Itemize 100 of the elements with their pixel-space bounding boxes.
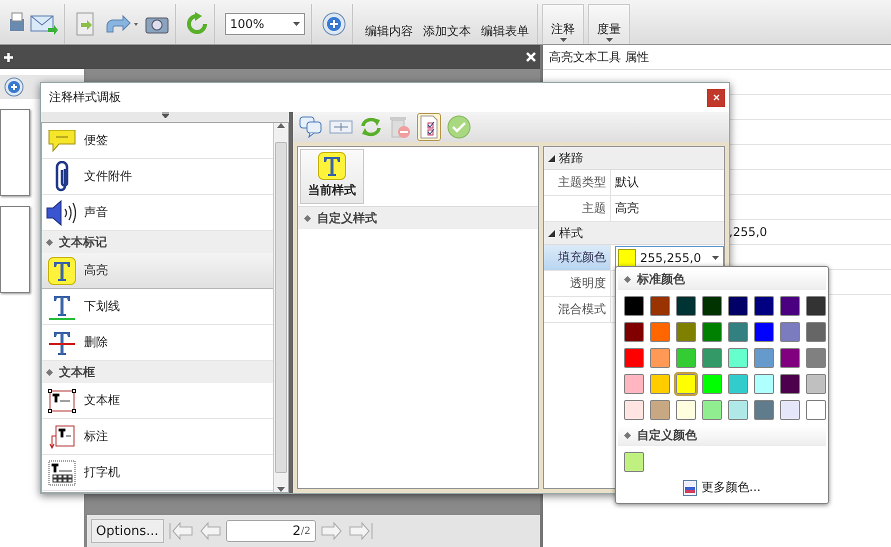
color-swatch[interactable] (806, 348, 826, 368)
letter-t-icon (318, 152, 346, 180)
property-value: 高亮 (615, 200, 639, 217)
next-page-icon[interactable] (320, 521, 344, 541)
color-swatch[interactable] (754, 296, 774, 316)
paperclip-icon (54, 160, 70, 192)
check-circle-icon[interactable] (447, 115, 471, 139)
color-swatch[interactable] (728, 296, 748, 316)
toolbar-button[interactable]: 编辑表单 (479, 4, 531, 44)
scroll-down-icon[interactable] (277, 487, 285, 492)
toolbar-button[interactable]: 编辑内容 (363, 4, 415, 44)
color-swatch[interactable] (650, 374, 670, 394)
options-dropdown[interactable]: Options... (91, 519, 164, 543)
color-swatch[interactable] (702, 296, 722, 316)
page-thumbnail[interactable] (0, 206, 30, 293)
color-swatch[interactable] (676, 374, 696, 394)
checklist-icon[interactable] (419, 115, 439, 139)
panel-title: 高亮文本工具 属性 (543, 45, 891, 70)
toolbar-button[interactable]: 添加文本 (421, 4, 473, 44)
property-name[interactable]: 主题类型 (544, 170, 611, 195)
color-swatch[interactable] (780, 374, 800, 394)
color-swatch[interactable] (702, 322, 722, 342)
style-list-item[interactable]: 文件附件 (42, 159, 273, 195)
diamond-icon (46, 368, 53, 376)
page-number-field[interactable]: 2/2 (226, 520, 316, 542)
color-swatch[interactable] (702, 374, 722, 394)
color-swatch[interactable] (624, 296, 644, 316)
property-value: ,255,0 (729, 225, 768, 239)
speech-bubbles-icon[interactable] (299, 116, 323, 138)
previous-page-icon[interactable] (198, 521, 222, 541)
callout-box-icon (48, 424, 76, 450)
color-swatch[interactable] (676, 348, 696, 368)
scrollbar[interactable] (273, 123, 288, 492)
color-swatch[interactable] (702, 400, 722, 420)
property-name[interactable]: 主题 (544, 196, 611, 221)
close-icon[interactable] (526, 52, 536, 62)
color-swatch[interactable] (780, 322, 800, 342)
plus-icon[interactable] (4, 52, 13, 62)
expanded-triangle-icon[interactable] (548, 230, 555, 236)
property-group-header: 猪蹄 (559, 150, 583, 166)
rotate-icon[interactable] (186, 12, 208, 36)
color-swatch[interactable] (754, 348, 774, 368)
section-header: 自定义颜色 (637, 427, 697, 444)
page-thumbnail[interactable] (0, 109, 30, 196)
color-swatch[interactable] (624, 374, 644, 394)
text-field-icon[interactable] (329, 119, 353, 135)
color-swatch[interactable] (780, 296, 800, 316)
color-swatch[interactable] (650, 296, 670, 316)
letter-t-icon (48, 256, 76, 284)
property-name[interactable]: 透明度 (544, 271, 611, 296)
color-swatch[interactable] (650, 348, 670, 368)
close-icon (712, 94, 720, 101)
diamond-icon (46, 238, 53, 246)
color-swatch[interactable] (650, 322, 670, 342)
color-swatch[interactable] (728, 322, 748, 342)
color-swatch[interactable] (624, 322, 644, 342)
zoom-field[interactable]: 100% (225, 13, 305, 35)
color-swatch[interactable] (754, 400, 774, 420)
color-swatch[interactable] (806, 296, 826, 316)
toolbar-menu[interactable]: 度量 (588, 4, 630, 44)
color-swatch[interactable] (676, 322, 696, 342)
toolbar-menu[interactable]: 注释 (542, 4, 584, 44)
color-swatch[interactable] (728, 374, 748, 394)
property-name[interactable]: 混合模式 (544, 297, 611, 322)
color-swatch[interactable] (754, 322, 774, 342)
dropdown-caret-icon[interactable] (606, 38, 612, 42)
plus-circle-icon[interactable] (322, 12, 346, 36)
color-swatch[interactable] (806, 374, 826, 394)
color-swatch[interactable] (728, 400, 748, 420)
more-colors-button[interactable]: 更多颜色... (677, 478, 767, 497)
expanded-triangle-icon[interactable] (548, 154, 555, 162)
color-swatch[interactable] (754, 374, 774, 394)
speech-bubble-icon (47, 130, 77, 152)
trash-icon[interactable] (389, 115, 411, 139)
current-style-tile[interactable]: 当前样式 (300, 149, 364, 204)
close-button[interactable] (707, 88, 725, 106)
color-swatch[interactable] (624, 400, 644, 420)
property-name[interactable]: 填充颜色 (544, 245, 611, 270)
collapse-caret-icon[interactable] (162, 112, 168, 118)
style-list-item[interactable]: 高亮 (42, 253, 273, 289)
color-swatch[interactable] (780, 348, 800, 368)
dropdown-caret-icon[interactable] (560, 38, 566, 42)
refresh-icon[interactable] (359, 116, 383, 138)
color-swatch[interactable] (624, 452, 644, 472)
first-page-icon[interactable] (168, 521, 194, 541)
dropdown-caret-icon[interactable] (293, 22, 300, 26)
plus-circle-icon[interactable] (4, 77, 24, 97)
property-group-header: 样式 (559, 224, 583, 242)
group-header: 文本框 (59, 364, 95, 380)
color-swatch[interactable] (806, 400, 826, 420)
color-swatch[interactable] (650, 400, 670, 420)
color-swatch[interactable] (780, 400, 800, 420)
color-swatch[interactable] (624, 348, 644, 368)
group-header: 文本标记 (59, 234, 107, 250)
color-swatch[interactable] (806, 322, 826, 342)
color-swatch[interactable] (728, 348, 748, 368)
last-page-icon[interactable] (348, 521, 374, 541)
color-swatch[interactable] (676, 400, 696, 420)
color-swatch[interactable] (676, 296, 696, 316)
color-swatch[interactable] (702, 348, 722, 368)
